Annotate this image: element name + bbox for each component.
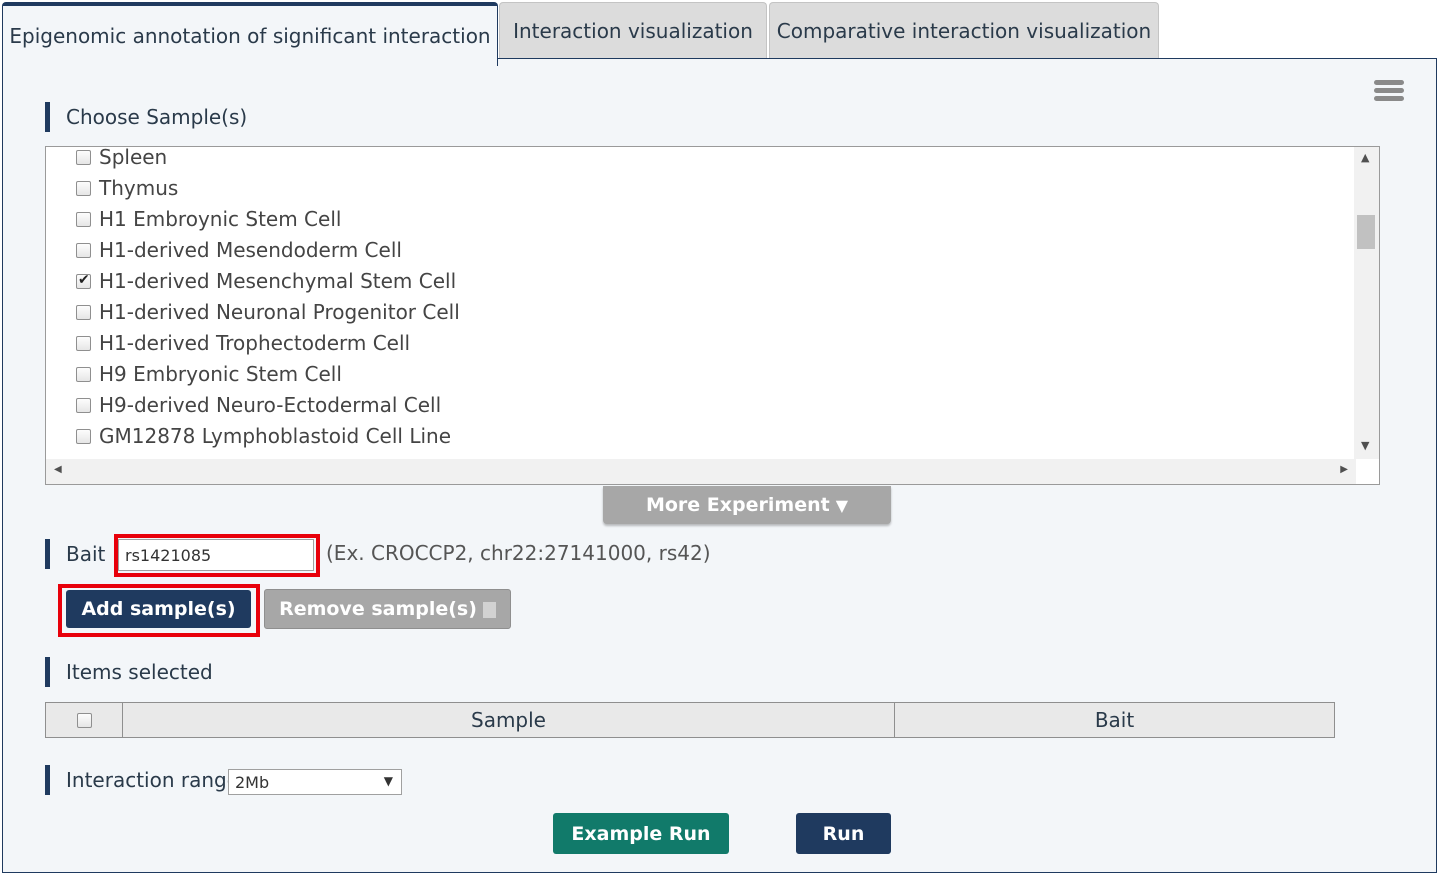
section-bar xyxy=(45,765,50,795)
interaction-range-select[interactable]: 2Mb ▼ xyxy=(228,769,402,795)
run-button[interactable]: Run xyxy=(796,813,891,854)
list-item[interactable]: Spleen xyxy=(76,147,167,172)
checkbox[interactable] xyxy=(76,397,91,413)
scroll-right-icon[interactable]: ▶ xyxy=(1340,464,1348,475)
interaction-range-label: Interaction range xyxy=(66,768,240,792)
add-samples-button[interactable]: Add sample(s) xyxy=(66,590,251,628)
tab-interaction-visualization[interactable]: Interaction visualization xyxy=(499,2,767,58)
trash-icon xyxy=(482,602,496,618)
more-experiment-button[interactable]: More Experiment ▼ xyxy=(603,486,891,524)
scroll-thumb[interactable] xyxy=(1357,215,1375,249)
list-item[interactable]: H1-derived Neuronal Progenitor Cell xyxy=(76,297,460,327)
caret-down-icon: ▼ xyxy=(835,495,849,515)
list-item[interactable]: Thymus xyxy=(76,173,178,203)
column-header-sample: Sample xyxy=(123,703,895,737)
list-item-label: H1-derived Trophectoderm Cell xyxy=(99,331,411,355)
list-item-label: H1-derived Mesendoderm Cell xyxy=(99,238,402,262)
menu-icon[interactable] xyxy=(1374,80,1404,104)
checkbox[interactable] xyxy=(76,366,91,382)
choose-samples-label: Choose Sample(s) xyxy=(66,105,248,129)
horizontal-scrollbar[interactable]: ◀ ▶ xyxy=(46,459,1356,484)
sample-list: Spleen Thymus H1 Embroynic Stem Cell H1-… xyxy=(46,147,1356,459)
checkbox[interactable] xyxy=(76,335,91,351)
more-experiment-label: More Experiment xyxy=(645,494,830,516)
list-item[interactable]: H9-derived Neuro-Ectodermal Cell xyxy=(76,390,441,420)
list-item-label: H1-derived Mesenchymal Stem Cell xyxy=(99,269,457,293)
items-selected-label: Items selected xyxy=(66,660,213,684)
scroll-down-icon[interactable]: ▼ xyxy=(1361,439,1369,452)
items-selected-heading: Items selected xyxy=(45,657,213,687)
list-item[interactable]: H1-derived Mesenchymal Stem Cell xyxy=(76,266,456,296)
scroll-up-icon[interactable]: ▲ xyxy=(1361,151,1369,164)
checkbox[interactable] xyxy=(76,180,91,196)
list-item-label: H9-derived Neuro-Ectodermal Cell xyxy=(99,393,442,417)
checkbox[interactable] xyxy=(76,304,91,320)
column-header-bait: Bait xyxy=(1094,708,1135,732)
sample-listbox[interactable]: Spleen Thymus H1 Embroynic Stem Cell H1-… xyxy=(45,146,1380,485)
list-item-label: H1 Embroynic Stem Cell xyxy=(99,207,342,231)
tab-comparative-interaction-visualization[interactable]: Comparative interaction visualization xyxy=(769,2,1159,58)
list-item-label: Thymus xyxy=(99,176,179,200)
section-bar xyxy=(45,539,50,569)
section-bar xyxy=(45,657,50,687)
bait-heading: Bait : xyxy=(45,539,118,569)
example-run-button[interactable]: Example Run xyxy=(553,813,729,854)
remove-samples-label: Remove sample(s) xyxy=(279,598,477,620)
checkbox[interactable] xyxy=(76,242,91,258)
list-item[interactable]: GM12878 Lymphoblastoid Cell Line xyxy=(76,421,451,451)
tab-epigenomic-annotation[interactable]: Epigenomic annotation of significant int… xyxy=(2,2,498,66)
interaction-range-value: 2Mb xyxy=(235,772,270,792)
section-bar xyxy=(45,102,50,132)
checkbox[interactable] xyxy=(76,211,91,227)
list-item-label: H1-derived Neuronal Progenitor Cell xyxy=(99,300,460,324)
select-all-checkbox[interactable] xyxy=(76,712,92,728)
list-item[interactable]: H9 Embryonic Stem Cell xyxy=(76,359,342,389)
list-item[interactable]: H1-derived Mesendoderm Cell xyxy=(76,235,402,265)
selected-items-table: Sample Bait xyxy=(45,702,1335,738)
list-item-label: GM12878 Lymphoblastoid Cell Line xyxy=(99,424,452,448)
checkbox-checked[interactable] xyxy=(76,272,91,289)
select-all-cell xyxy=(46,703,123,737)
checkbox[interactable] xyxy=(76,149,91,165)
bait-label: Bait : xyxy=(66,542,119,566)
interaction-range-heading: Interaction range xyxy=(45,765,239,795)
list-item[interactable]: H1 Embroynic Stem Cell xyxy=(76,204,341,234)
list-item-label: H9 Embryonic Stem Cell xyxy=(99,362,342,386)
chevron-down-icon: ▼ xyxy=(383,774,393,788)
choose-samples-heading: Choose Sample(s) xyxy=(45,102,247,132)
tab-bar: Epigenomic annotation of significant int… xyxy=(0,0,1444,66)
list-item[interactable]: H1-derived Trophectoderm Cell xyxy=(76,328,410,358)
checkbox[interactable] xyxy=(76,428,91,444)
scroll-left-icon[interactable]: ◀ xyxy=(54,464,62,475)
vertical-scrollbar[interactable]: ▲ ▼ xyxy=(1354,147,1379,459)
list-item-label: Spleen xyxy=(99,147,168,169)
bait-input[interactable] xyxy=(118,539,314,571)
bait-hint: (Ex. CROCCP2, chr22:27141000, rs42) xyxy=(326,541,711,565)
remove-samples-button[interactable]: Remove sample(s) xyxy=(264,589,511,629)
